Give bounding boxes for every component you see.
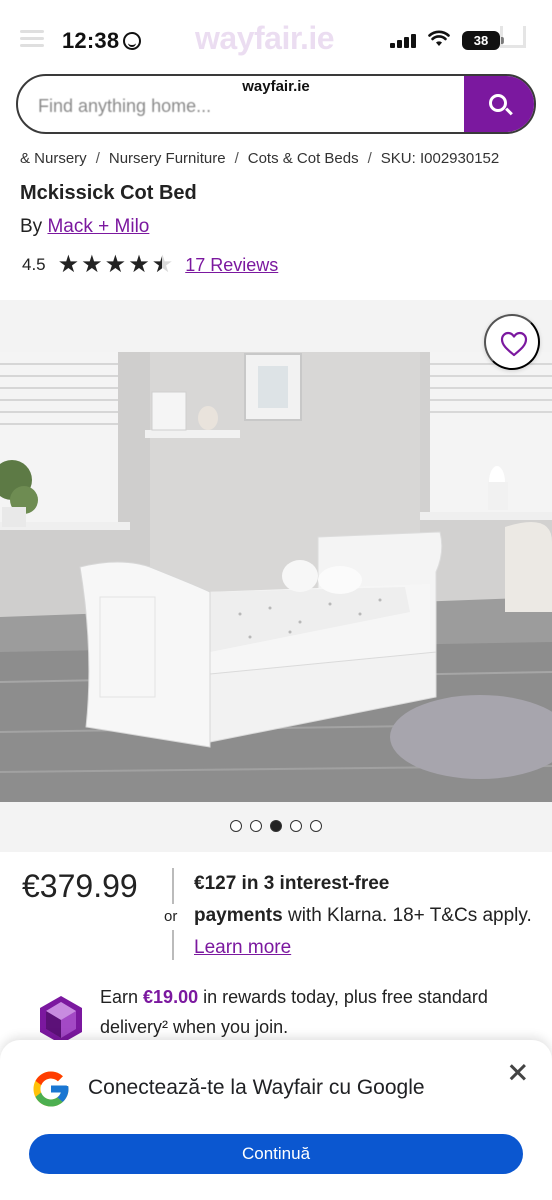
rating-value: 4.5 bbox=[22, 255, 46, 274]
breadcrumb-separator: / bbox=[234, 150, 239, 167]
close-icon bbox=[510, 1064, 526, 1081]
google-logo-icon bbox=[33, 1071, 69, 1107]
menu-icon[interactable] bbox=[20, 30, 44, 48]
breadcrumb-nursery-furniture[interactable]: Nursery Furniture bbox=[109, 150, 226, 167]
brand-prefix: By bbox=[20, 216, 43, 237]
search-icon bbox=[489, 94, 507, 112]
brand-link[interactable]: Mack + Milo bbox=[47, 216, 149, 237]
product-image[interactable] bbox=[0, 352, 552, 802]
rewards-prefix: Earn bbox=[100, 987, 144, 1007]
header: wayfair.ie 12:38 38 wayfair.ie bbox=[0, 0, 552, 140]
klarna-terms: with Klarna. 18+ T&Cs apply. bbox=[282, 905, 532, 926]
pagination-dot-active[interactable] bbox=[270, 820, 282, 832]
half-star-icon: ★ bbox=[152, 253, 174, 278]
divider bbox=[172, 868, 174, 904]
rewards-text: Earn €19.00 in rewards today, plus free … bbox=[100, 982, 536, 1042]
heart-icon bbox=[500, 331, 528, 357]
product-price: €379.99 bbox=[22, 868, 138, 904]
url-domain: wayfair.ie bbox=[242, 78, 310, 95]
google-prompt-title: Conectează-te la Wayfair cu Google bbox=[88, 1076, 425, 1099]
pagination-dot[interactable] bbox=[250, 820, 262, 832]
klarna-amount: €127 in 3 interest-free bbox=[194, 873, 390, 894]
breadcrumb-cots[interactable]: Cots & Cot Beds bbox=[248, 150, 359, 167]
signal-icon bbox=[390, 34, 420, 48]
pagination-dot[interactable] bbox=[310, 820, 322, 832]
pagination-dot[interactable] bbox=[230, 820, 242, 832]
wayfair-logo[interactable]: wayfair.ie bbox=[195, 20, 335, 57]
close-button[interactable] bbox=[502, 1056, 534, 1088]
gallery-pagination bbox=[0, 820, 552, 836]
cart-icon[interactable] bbox=[500, 26, 526, 48]
star-icon: ★ bbox=[81, 251, 103, 278]
battery-indicator: 38 bbox=[462, 31, 504, 50]
brand-line: By Mack + Milo bbox=[20, 216, 149, 238]
status-time: 12:38 bbox=[62, 28, 142, 54]
focus-mode-icon bbox=[123, 32, 142, 50]
star-icon: ★ bbox=[57, 251, 80, 278]
breadcrumb-separator: / bbox=[367, 150, 372, 167]
breadcrumb-separator: / bbox=[95, 150, 100, 167]
reviews-link[interactable]: 17 Reviews bbox=[185, 255, 278, 276]
rating-row: 4.5 ★ ★ ★ ★ ★ 17 Reviews bbox=[22, 252, 278, 278]
breadcrumb-sku: SKU: I002930152 bbox=[380, 150, 500, 167]
klarna-payments: payments bbox=[194, 905, 283, 926]
wifi-icon bbox=[428, 30, 450, 53]
star-icon: ★ bbox=[128, 251, 150, 278]
breadcrumb: & Nursery / Nursery Furniture / Cots & Cot B… bbox=[20, 150, 499, 167]
or-label: or bbox=[164, 908, 178, 925]
star-icon: ★ bbox=[104, 251, 127, 278]
rewards-banner: Earn €19.00 in rewards today, plus free … bbox=[36, 982, 536, 1044]
pagination-dot[interactable] bbox=[290, 820, 302, 832]
rewards-amount: €19.00 bbox=[143, 987, 199, 1007]
favorite-button[interactable] bbox=[484, 314, 540, 370]
divider bbox=[172, 930, 174, 960]
continue-button[interactable]: Continuă bbox=[29, 1134, 523, 1174]
learn-more-link[interactable]: Learn more bbox=[194, 937, 291, 958]
google-signin-prompt: Conectează-te la Wayfair cu Google Conti… bbox=[0, 1040, 552, 1200]
star-rating: ★ ★ ★ ★ ★ bbox=[57, 251, 176, 278]
gem-icon bbox=[40, 996, 82, 1044]
breadcrumb-nursery[interactable]: & Nursery bbox=[20, 150, 87, 167]
klarna-offer: €127 in 3 interest-free payments with Kl… bbox=[194, 868, 534, 964]
product-title: Mckissick Cot Bed bbox=[20, 182, 197, 204]
